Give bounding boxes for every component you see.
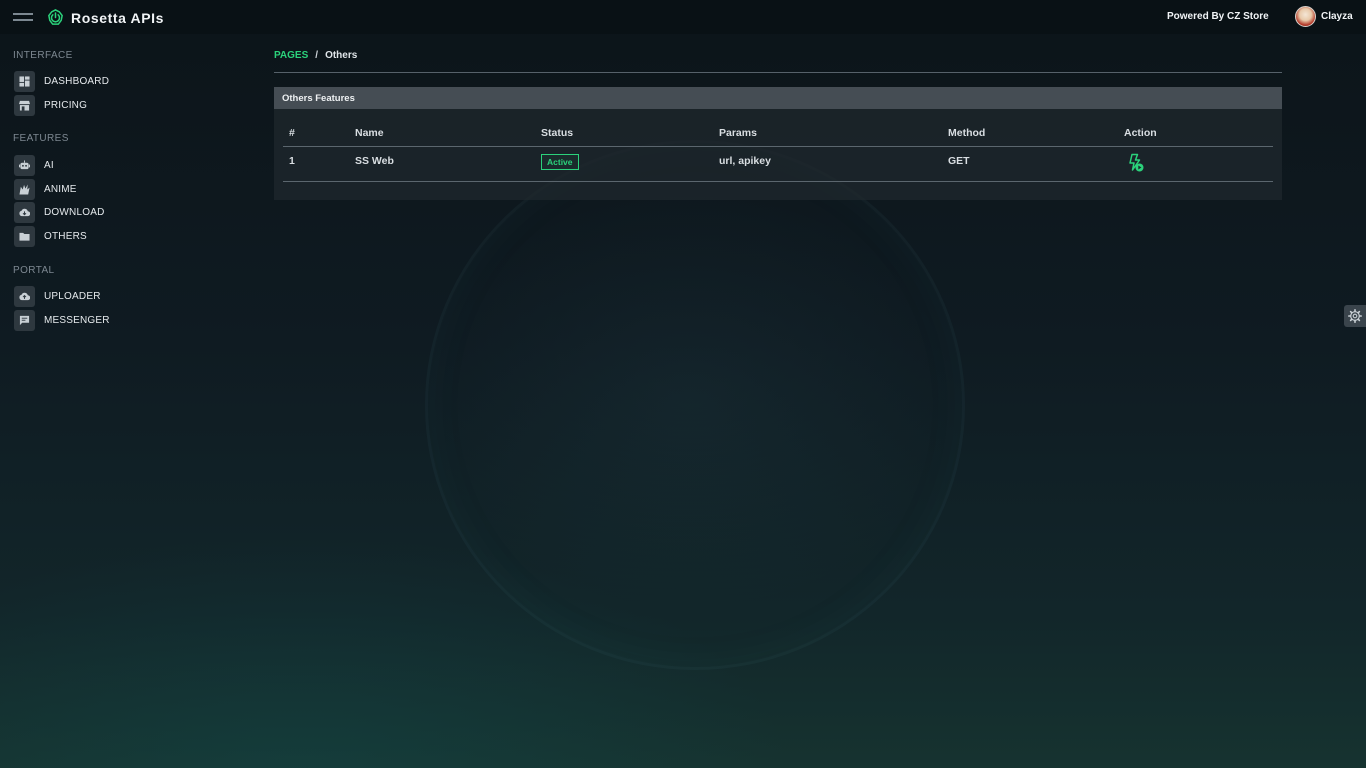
column-header-method: Method <box>942 120 1118 147</box>
background-decoration <box>425 140 965 670</box>
sidebar-item-uploader[interactable]: UPLOADER <box>14 286 101 307</box>
user-menu[interactable]: Clayza <box>1295 6 1353 27</box>
sidebar-item-label: MESSENGER <box>44 315 110 326</box>
column-header-action: Action <box>1118 120 1273 147</box>
breadcrumb: PAGES / Others <box>274 50 357 61</box>
cell-name: SS Web <box>349 146 535 182</box>
anime-icon <box>14 179 35 200</box>
sidebar-section-features: FEATURES <box>13 133 69 144</box>
sidebar-section-portal: PORTAL <box>13 265 55 276</box>
top-bar: Rosetta APIs Powered By CZ Store Clayza <box>0 0 1366 34</box>
powered-by-text: Powered By CZ Store <box>1167 11 1269 22</box>
message-icon <box>14 310 35 331</box>
sidebar-item-label: DASHBOARD <box>44 76 110 87</box>
run-icon[interactable] <box>1125 153 1145 173</box>
status-badge: Active <box>541 153 579 170</box>
hamburger-line <box>13 13 33 15</box>
sidebar-item-label: ANIME <box>44 184 77 195</box>
hamburger-line <box>13 19 33 21</box>
sidebar-item-label: DOWNLOAD <box>44 207 105 218</box>
breadcrumb-current: Others <box>325 50 358 61</box>
user-name: Clayza <box>1321 11 1353 22</box>
sidebar-item-messenger[interactable]: MESSENGER <box>14 310 110 331</box>
settings-button[interactable] <box>1344 305 1366 327</box>
table-header-row: # Name Status Params Method Action <box>283 120 1273 147</box>
table-row: 1 SS Web Active url, apikey GET <box>283 146 1273 182</box>
sidebar-item-ai[interactable]: AI <box>14 155 54 176</box>
sidebar-item-anime[interactable]: ANIME <box>14 179 77 200</box>
features-table: # Name Status Params Method Action 1 SS … <box>283 120 1273 182</box>
sidebar-item-download[interactable]: DOWNLOAD <box>14 202 105 223</box>
column-header-index: # <box>283 120 349 147</box>
sidebar-item-label: AI <box>44 160 54 171</box>
store-icon <box>14 95 35 116</box>
app-title: Rosetta APIs <box>71 9 165 26</box>
menu-toggle-button[interactable] <box>13 11 33 23</box>
sidebar-section-interface: INTERFACE <box>13 50 73 61</box>
column-header-name: Name <box>349 120 535 147</box>
card-title: Others Features <box>274 87 1282 109</box>
column-header-status: Status <box>535 120 713 147</box>
cloud-upload-icon <box>14 286 35 307</box>
breadcrumb-pages-link[interactable]: PAGES <box>274 50 308 61</box>
robot-icon <box>14 155 35 176</box>
sidebar-item-dashboard[interactable]: DASHBOARD <box>14 71 109 92</box>
cell-action <box>1118 146 1273 182</box>
dashboard-icon <box>14 71 35 92</box>
features-card: Others Features # Name Status Params Met… <box>274 87 1282 200</box>
column-header-params: Params <box>713 120 942 147</box>
cell-params: url, apikey <box>713 146 942 182</box>
cloud-download-icon <box>14 202 35 223</box>
divider <box>274 72 1282 73</box>
brand[interactable]: Rosetta APIs <box>46 8 164 27</box>
sidebar-item-label: PRICING <box>44 100 88 111</box>
gear-icon <box>1348 309 1362 323</box>
power-logo-icon <box>48 9 63 25</box>
cell-status: Active <box>535 146 713 182</box>
sidebar-item-others[interactable]: OTHERS <box>14 226 87 247</box>
cell-method: GET <box>942 146 1118 182</box>
sidebar-item-pricing[interactable]: PRICING <box>14 95 87 116</box>
sidebar-item-label: UPLOADER <box>44 291 101 302</box>
sidebar-item-label: OTHERS <box>44 231 87 242</box>
avatar <box>1295 6 1316 27</box>
cell-index: 1 <box>283 146 349 182</box>
breadcrumb-separator: / <box>315 50 319 61</box>
folder-icon <box>14 226 35 247</box>
